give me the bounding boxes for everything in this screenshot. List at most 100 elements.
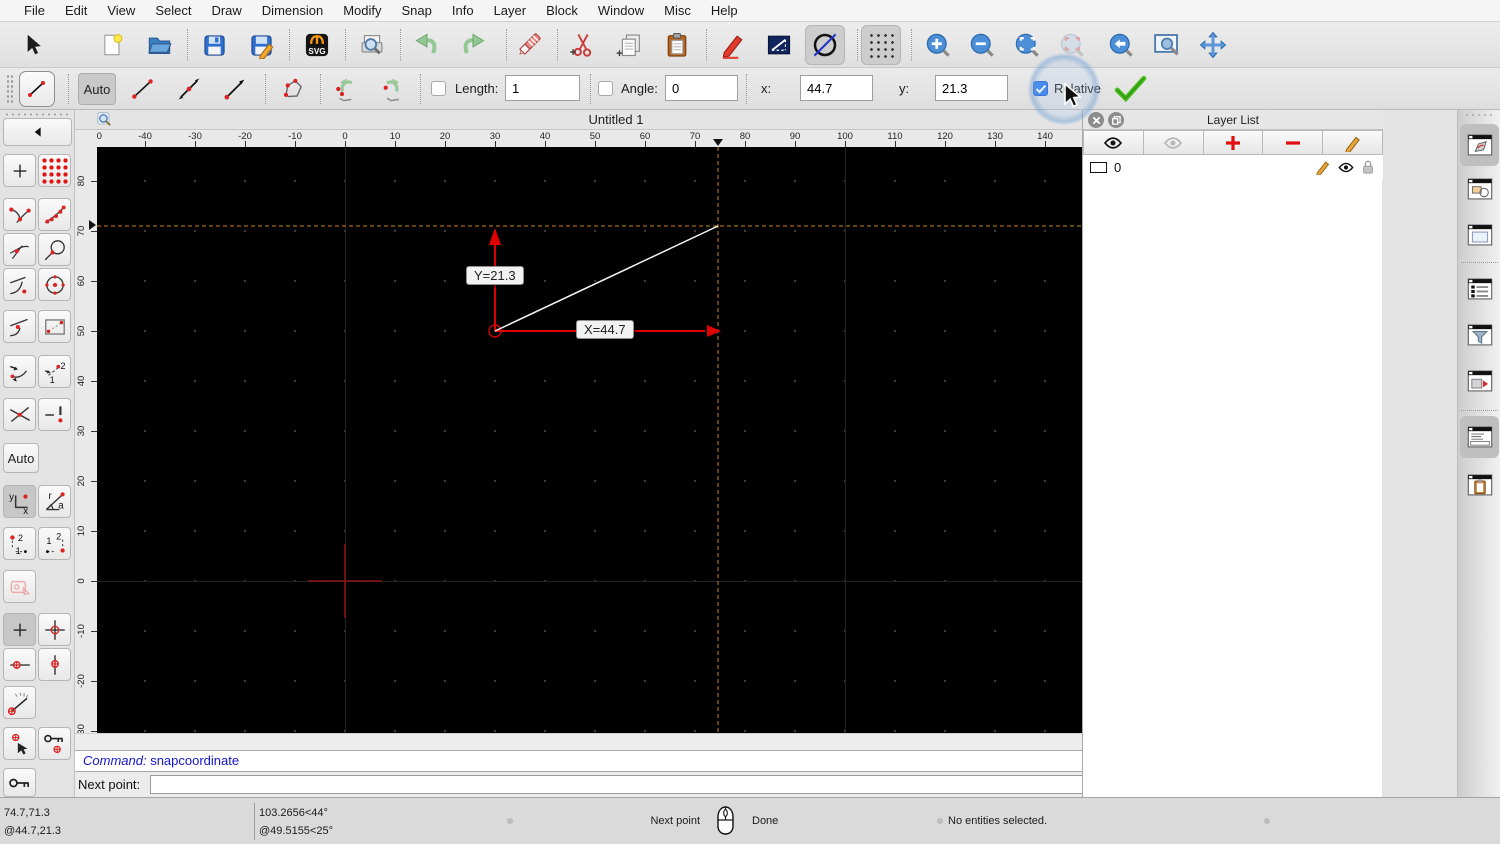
lock-relative-zero-button[interactable]	[38, 727, 71, 760]
restrict-horizontal-button[interactable]	[3, 648, 36, 681]
copy-button[interactable]	[610, 25, 650, 65]
menu-draw[interactable]: Draw	[201, 3, 251, 18]
paste-button[interactable]	[657, 25, 697, 65]
menu-layer[interactable]: Layer	[484, 3, 537, 18]
select-tool-button[interactable]	[12, 25, 52, 65]
dock-command-line-button[interactable]	[1460, 416, 1499, 458]
menu-file[interactable]: File	[14, 3, 55, 18]
lock-layer-button[interactable]	[3, 768, 36, 797]
restrict-orthogonal-button[interactable]	[3, 355, 36, 388]
length-input[interactable]	[505, 75, 580, 101]
menu-modify[interactable]: Modify	[333, 3, 391, 18]
redo-point-button[interactable]	[372, 72, 412, 106]
x-input[interactable]	[800, 75, 873, 101]
remove-layer-button[interactable]	[1263, 130, 1324, 155]
sidebar-drag-handle[interactable]	[4, 112, 68, 117]
menu-window[interactable]: Window	[588, 3, 654, 18]
hide-all-layers-button[interactable]	[1143, 130, 1204, 155]
snap-intersection-button[interactable]	[3, 398, 36, 431]
select-entities-tool-button[interactable]	[3, 570, 36, 603]
sidebar-auto-button[interactable]: Auto	[3, 443, 39, 473]
edit-layer-button[interactable]	[1323, 130, 1383, 155]
open-document-button[interactable]	[139, 25, 179, 65]
document-titlebar[interactable]: Untitled 1	[75, 110, 1157, 130]
dock-modify-button[interactable]	[1460, 360, 1499, 402]
lines-mode-button[interactable]	[805, 25, 845, 65]
snap-relative-zero-button[interactable]	[38, 613, 71, 646]
cut-button[interactable]	[563, 25, 603, 65]
ok-button[interactable]	[1110, 72, 1150, 106]
dock-drag-handle[interactable]	[1464, 113, 1494, 117]
menu-dimension[interactable]: Dimension	[252, 3, 333, 18]
snap-center-button[interactable]	[38, 268, 71, 301]
snap-grid-button[interactable]	[38, 154, 71, 187]
snap-intersection-manual-button[interactable]	[38, 310, 71, 343]
menu-misc[interactable]: Misc	[654, 3, 701, 18]
restrict-sequence-button[interactable]: 12	[38, 355, 71, 388]
layer-list-header[interactable]: Layer List	[1083, 110, 1383, 130]
snap-manual-button[interactable]	[38, 398, 71, 431]
save-as-button[interactable]	[241, 25, 281, 65]
menu-select[interactable]: Select	[145, 3, 201, 18]
snap-middle-button[interactable]	[3, 268, 36, 301]
angle-checkbox[interactable]	[598, 81, 613, 96]
menu-snap[interactable]: Snap	[392, 3, 442, 18]
drawing-canvas[interactable]: Y=21.3 X=44.7	[97, 147, 1137, 733]
redo-button[interactable]	[453, 25, 493, 65]
dock-entity-filter-button[interactable]	[1460, 314, 1499, 356]
snap-on-entity-button[interactable]	[38, 198, 71, 231]
zoom-previous-button[interactable]	[1052, 25, 1092, 65]
coordinate-polar-button[interactable]: ra	[38, 485, 71, 518]
print-preview-button[interactable]	[352, 25, 392, 65]
y-input[interactable]	[935, 75, 1008, 101]
dock-entity-list-button[interactable]	[1460, 268, 1499, 310]
show-all-layers-button[interactable]	[1083, 130, 1144, 155]
set-relative-zero-button[interactable]	[3, 727, 36, 760]
absolute-point-button[interactable]: 12	[38, 527, 71, 560]
zoom-pan-button[interactable]	[1193, 25, 1233, 65]
zoom-redraw-button[interactable]	[1101, 25, 1141, 65]
undo-button[interactable]	[407, 25, 447, 65]
snap-tangent-button[interactable]	[38, 233, 71, 266]
save-button[interactable]	[194, 25, 234, 65]
line-angle-button[interactable]	[169, 72, 209, 106]
snap-distance-button[interactable]	[3, 310, 36, 343]
sidebar-collapse-button[interactable]	[3, 118, 72, 146]
grid-toggle-button[interactable]	[861, 25, 901, 65]
auto-snap-dropdown[interactable]: Auto	[78, 73, 116, 105]
coordinate-cartesian-button[interactable]: yx	[3, 485, 36, 518]
snap-angle-button[interactable]	[3, 686, 36, 719]
delete-button[interactable]	[509, 25, 549, 65]
undo-point-button[interactable]	[327, 72, 367, 106]
new-document-button[interactable]	[93, 25, 133, 65]
pen-edit-button[interactable]	[713, 25, 753, 65]
layer-row[interactable]: 0	[1083, 155, 1383, 179]
length-checkbox[interactable]	[431, 81, 446, 96]
layer-lock-icon[interactable]	[1361, 159, 1375, 175]
relative-point-button[interactable]: 12	[3, 527, 36, 560]
export-svg-button[interactable]: SVG	[297, 25, 337, 65]
command-input[interactable]	[150, 775, 1127, 794]
zoom-out-button[interactable]	[962, 25, 1002, 65]
menu-edit[interactable]: Edit	[55, 3, 97, 18]
zoom-auto-button[interactable]	[1007, 25, 1047, 65]
current-tool-indicator[interactable]	[19, 71, 55, 107]
restrict-nothing-button[interactable]	[3, 613, 36, 646]
zoom-in-button[interactable]	[918, 25, 958, 65]
line-2points-button[interactable]	[123, 72, 163, 106]
add-layer-button[interactable]	[1203, 130, 1264, 155]
menu-help[interactable]: Help	[701, 3, 748, 18]
menu-view[interactable]: View	[97, 3, 145, 18]
snap-free-button[interactable]	[3, 154, 36, 187]
polyline-button[interactable]	[273, 72, 313, 106]
dock-clipboard-button[interactable]	[1460, 464, 1499, 506]
toolbar-drag-handle[interactable]	[6, 74, 14, 104]
snap-intersection-auto-button[interactable]	[3, 233, 36, 266]
line-horizontal-button[interactable]	[215, 72, 255, 106]
dock-library-browser-button[interactable]	[1460, 214, 1499, 256]
menu-info[interactable]: Info	[442, 3, 484, 18]
snap-endpoints-button[interactable]	[3, 198, 36, 231]
draft-view-button[interactable]	[759, 25, 799, 65]
menu-block[interactable]: Block	[536, 3, 588, 18]
dock-layer-list-button[interactable]	[1460, 124, 1499, 166]
